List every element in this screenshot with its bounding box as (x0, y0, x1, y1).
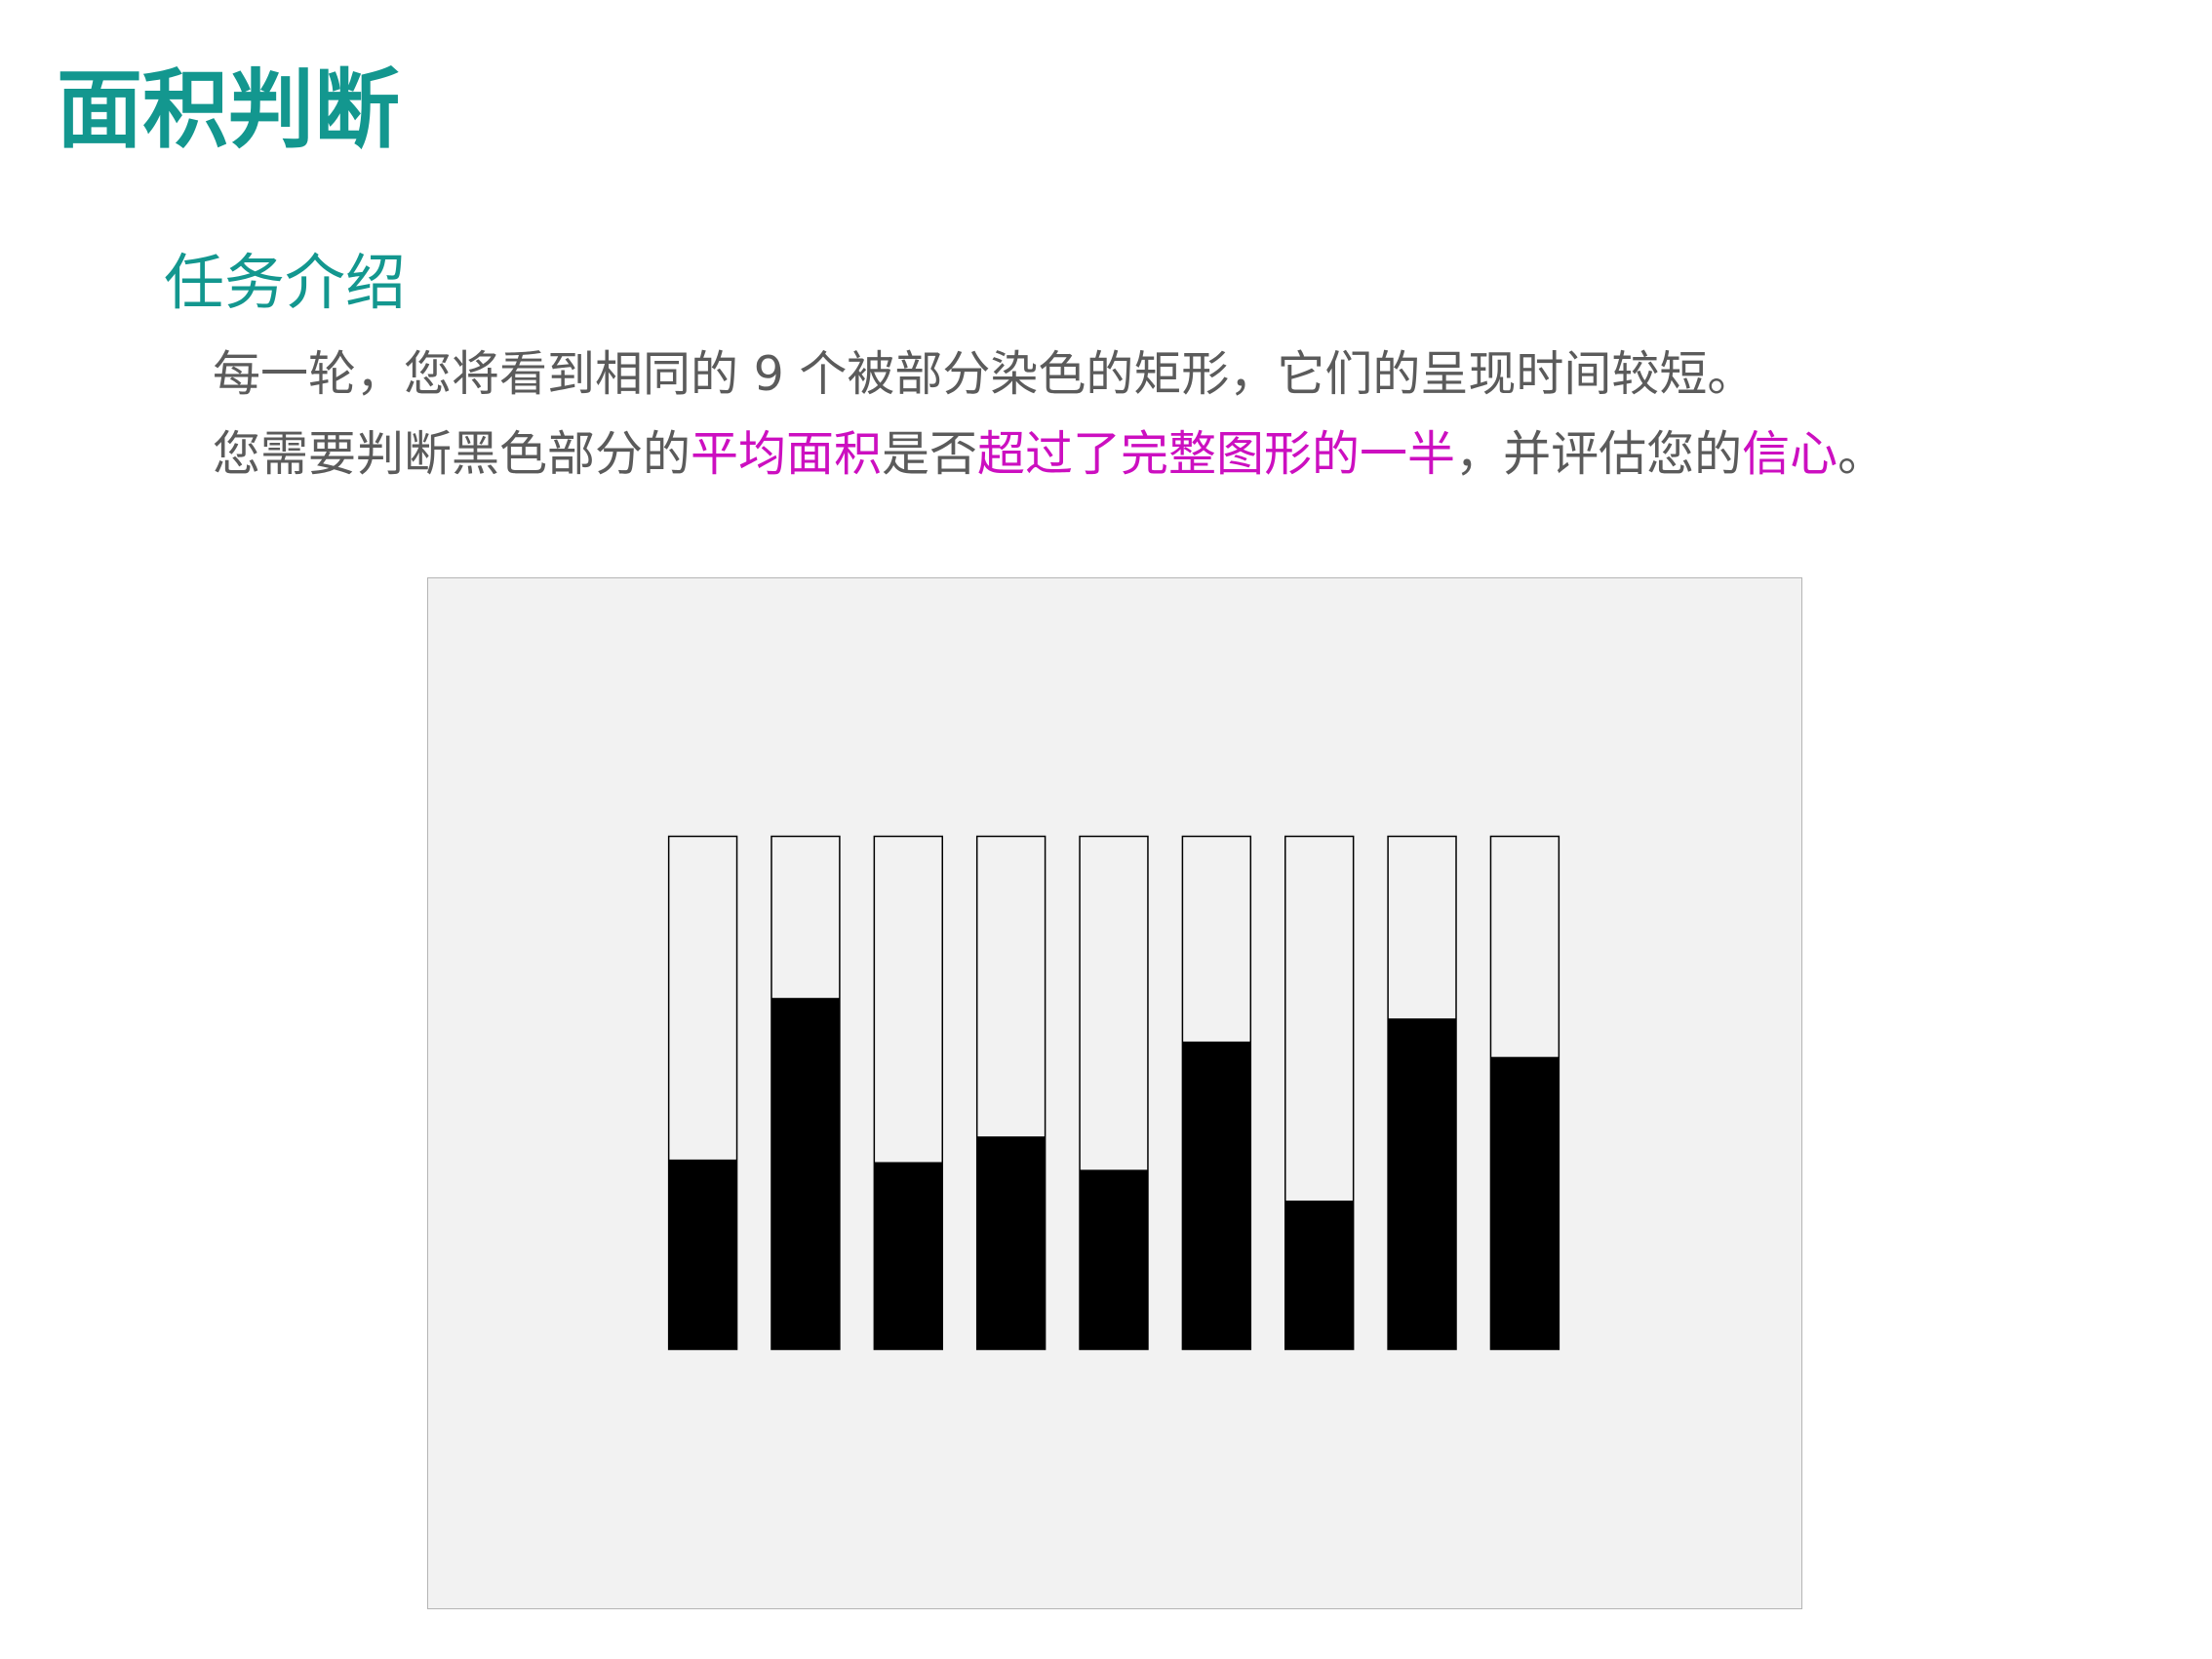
page-title: 面积判断 (57, 59, 401, 160)
stimulus-rectangle-2 (770, 835, 841, 1351)
rectangle-black-fill (1490, 1056, 1560, 1350)
stimulus-rectangles (667, 835, 1560, 1351)
rectangle-black-fill (771, 998, 840, 1350)
stimulus-panel (427, 577, 1802, 1609)
stimulus-rectangle-9 (1489, 835, 1560, 1351)
rectangle-black-fill (874, 1162, 943, 1350)
rectangle-black-fill (1080, 1169, 1148, 1350)
instruction-segment: 您需要判断黑色部分的 (213, 426, 691, 482)
rectangle-black-fill (976, 1136, 1046, 1350)
highlight-average-area: 平均面积 (691, 426, 883, 482)
rectangle-black-fill (668, 1159, 737, 1350)
stimulus-rectangle-4 (975, 835, 1047, 1351)
stimulus-rectangle-3 (873, 835, 943, 1351)
rectangle-black-fill (1182, 1041, 1251, 1350)
highlight-confidence: 信心 (1742, 426, 1838, 482)
highlight-exceeds-half: 超过了完整图形的一半 (977, 426, 1456, 482)
instruction-line-2: 您需要判断黑色部分的平均面积是否超过了完整图形的一半，并评估您的信心。 (213, 423, 1885, 486)
stimulus-rectangle-8 (1387, 835, 1457, 1351)
stimulus-rectangle-7 (1284, 835, 1355, 1351)
instruction-segment: ，并评估您的 (1455, 426, 1743, 482)
section-heading-task-intro: 任务介绍 (164, 247, 407, 318)
stimulus-rectangle-1 (667, 835, 738, 1351)
stimulus-rectangle-6 (1181, 835, 1252, 1351)
instruction-segment: 是否 (882, 426, 978, 482)
rectangle-black-fill (1388, 1018, 1457, 1350)
rectangle-black-fill (1284, 1200, 1354, 1350)
instruction-segment: 。 (1837, 426, 1886, 482)
stimulus-rectangle-5 (1079, 835, 1149, 1351)
instruction-line-1: 每一轮，您将看到相同的 9 个被部分染色的矩形，它们的呈现时间较短。 (213, 346, 1756, 402)
